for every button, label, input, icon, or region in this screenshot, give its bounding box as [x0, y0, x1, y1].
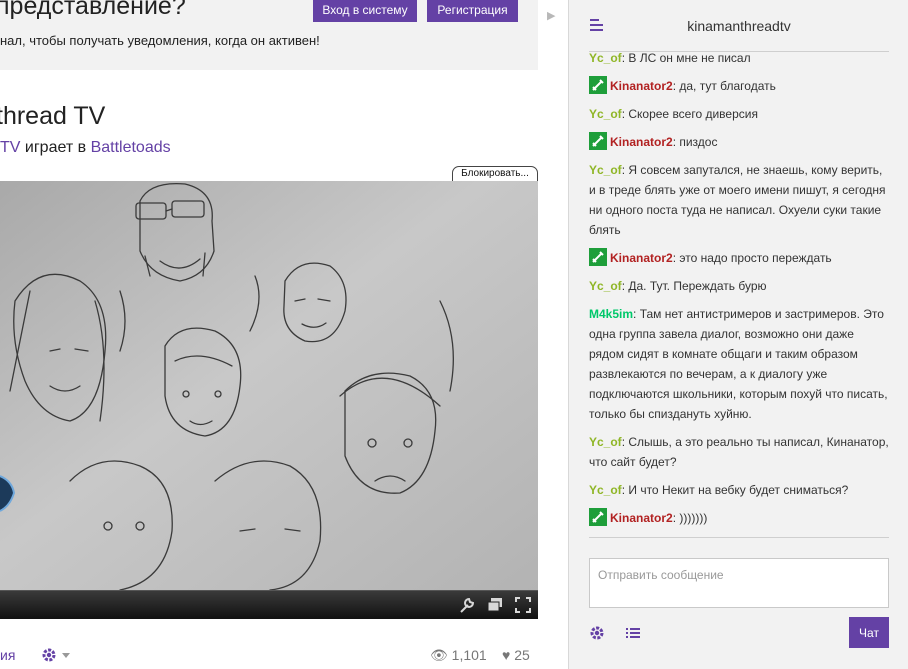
- stream-panel: представление? нал, чтобы получать уведо…: [0, 0, 568, 669]
- eye-icon: 👁: [430, 647, 448, 663]
- chat-message: Yc_of: Да. Тут. Переждать бурю: [589, 276, 889, 296]
- game-link[interactable]: Battletoads: [91, 139, 171, 156]
- heart-icon: ♥: [502, 647, 511, 663]
- chat-message: Yc_of: Слышь, а это реально ты написал, …: [589, 432, 889, 472]
- chat-nickname[interactable]: M4k5im: [589, 307, 633, 321]
- broadcaster-sword-icon: [589, 508, 607, 526]
- chat-message: Kinanator2: ))))))): [589, 508, 889, 528]
- chat-message: Yc_of: Я совсем запутался, не знаешь, ко…: [589, 160, 889, 240]
- chat-nickname[interactable]: Kinanator2: [610, 251, 673, 265]
- chat-message: Kinanator2: пиздос: [589, 132, 889, 152]
- chat-nickname[interactable]: Yc_of: [589, 107, 622, 121]
- chat-message: Yc_of: Скорее всего диверсия: [589, 104, 889, 124]
- chat-settings-gear-icon[interactable]: [589, 625, 605, 641]
- chat-colon: :: [633, 307, 640, 321]
- viewer-list-icon[interactable]: [625, 625, 641, 641]
- video-footer: ия 👁 1,101 ♥ 25: [0, 640, 538, 669]
- channel-title: thread TV: [0, 102, 106, 130]
- chat-title: kinamanthreadtv: [687, 18, 791, 34]
- page-root: представление? нал, чтобы получать уведо…: [0, 0, 908, 669]
- chat-message-text: ))))))): [679, 511, 708, 525]
- chat-messages-list: Yc_of: В ЛС он мне не писал Kinanator2: д…: [589, 48, 889, 538]
- chat-nickname[interactable]: Kinanator2: [610, 135, 673, 149]
- broadcaster-sword-icon: [589, 76, 607, 94]
- chat-message-text: Скорее всего диверсия: [628, 107, 758, 121]
- promo-subtitle: нал, чтобы получать уведомления, когда о…: [0, 33, 320, 48]
- chat-nickname[interactable]: Kinanator2: [610, 79, 673, 93]
- chat-message-input[interactable]: [589, 558, 889, 608]
- chat-message: Yc_of: И что Некит на вебку будет снимат…: [589, 480, 889, 500]
- chat-message-text: И что Некит на вебку будет сниматься?: [628, 483, 849, 497]
- video-frame: [0, 181, 538, 590]
- chat-message: M4k5im: Там нет антистримеров и застриме…: [589, 304, 889, 424]
- promo-title: представление?: [0, 0, 186, 20]
- chat-message-text: это надо просто переждать: [679, 251, 832, 265]
- views-value: 1,101: [451, 647, 487, 663]
- collapse-chat-arrow-icon[interactable]: ▶: [547, 9, 555, 22]
- block-button[interactable]: Блокировать...: [452, 166, 538, 182]
- signup-button[interactable]: Регистрация: [427, 0, 518, 22]
- channel-subtitle: TV играет в Battletoads: [0, 139, 171, 157]
- fullscreen-icon[interactable]: [513, 595, 533, 615]
- login-button[interactable]: Вход в систему: [313, 0, 417, 22]
- chat-message-text: В ЛС он мне не писал: [628, 51, 751, 65]
- chat-message-text: да, тут благодать: [679, 79, 776, 93]
- chat-message-text: Слышь, а это реально ты написал, Кинанат…: [589, 435, 889, 469]
- chat-panel: kinamanthreadtv Yc_of: В ЛС он мне не пи…: [568, 0, 908, 669]
- wrench-icon[interactable]: [457, 595, 477, 615]
- chat-message-text: Да. Тут. Переждать бурю: [628, 279, 767, 293]
- popout-icon[interactable]: [485, 595, 505, 615]
- likes-counter: ♥ 25: [502, 647, 530, 663]
- chat-message: Yc_of: В ЛС он мне не писал: [589, 48, 889, 68]
- chat-nickname[interactable]: Yc_of: [589, 483, 622, 497]
- chat-message: Kinanator2: да, тут благодать: [589, 76, 889, 96]
- settings-gear-icon[interactable]: [40, 645, 74, 665]
- pencil-sketch-image: [0, 181, 538, 590]
- video-player[interactable]: [0, 181, 538, 619]
- likes-value: 25: [514, 647, 530, 663]
- chat-nickname[interactable]: Yc_of: [589, 163, 622, 177]
- broadcaster-sword-icon: [589, 248, 607, 266]
- signup-promo-bar: представление? нал, чтобы получать уведо…: [0, 0, 538, 70]
- chat-message: Kinanator2: это надо просто переждать: [589, 248, 889, 268]
- playing-text: играет в: [20, 139, 91, 156]
- chat-nickname[interactable]: Yc_of: [589, 435, 622, 449]
- chat-send-button[interactable]: Чат: [849, 617, 889, 648]
- footer-link[interactable]: ия: [0, 647, 15, 663]
- chat-header: kinamanthreadtv: [589, 0, 889, 52]
- chat-nickname[interactable]: Yc_of: [589, 279, 622, 293]
- channel-owner-link[interactable]: TV: [0, 139, 20, 156]
- chat-nickname[interactable]: Yc_of: [589, 51, 622, 65]
- views-counter: 👁 1,101: [430, 647, 487, 664]
- chat-message-text: пиздос: [679, 135, 718, 149]
- chat-nickname[interactable]: Kinanator2: [610, 511, 673, 525]
- video-control-bar: [0, 590, 538, 619]
- chat-message-text: Там нет антистримеров и застримеров. Это…: [589, 307, 888, 421]
- chat-message-text: Я совсем запутался, не знаешь, кому вери…: [589, 163, 886, 237]
- broadcaster-sword-icon: [589, 132, 607, 150]
